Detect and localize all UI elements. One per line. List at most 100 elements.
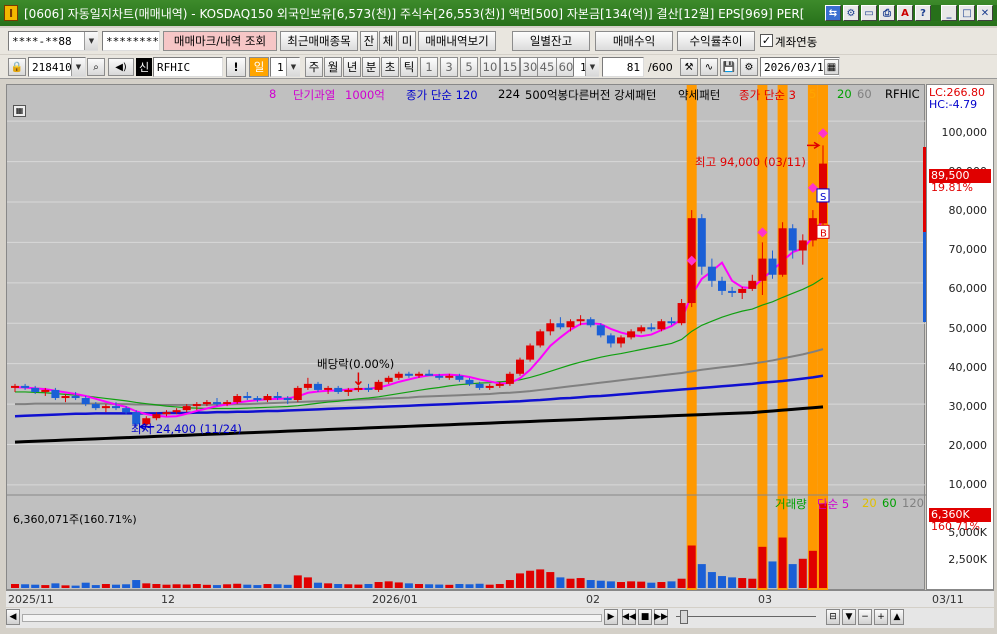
link-icon[interactable]: ⇆ <box>825 5 841 21</box>
volume-bar <box>384 581 393 588</box>
rewind-icon[interactable]: ◀◀ <box>622 609 636 625</box>
minimize-icon[interactable]: _ <box>941 5 957 21</box>
forward-icon[interactable]: ▶▶ <box>654 609 668 625</box>
period-button[interactable]: 주 <box>305 57 323 77</box>
stop-icon[interactable]: ■ <box>638 609 652 625</box>
volume-bar <box>718 576 726 588</box>
candle-body <box>61 396 70 399</box>
candle-body <box>11 385 19 388</box>
daily-balance-button[interactable]: 일별잔고 <box>512 31 590 51</box>
period-number-value: 1 <box>277 61 284 74</box>
stock-name-value: RFHIC <box>157 61 191 74</box>
interval-button[interactable]: 3 <box>440 57 458 77</box>
zoom-slider-handle[interactable] <box>680 610 688 624</box>
volume-bar <box>11 584 19 588</box>
recent-trades-button[interactable]: 최근매매종목 <box>280 31 358 51</box>
interval-button[interactable]: 45 <box>537 57 557 77</box>
period-daily-button[interactable]: 일 <box>249 57 269 77</box>
calendar-icon[interactable]: ▦ <box>824 59 839 75</box>
lock-icon[interactable]: 🔒 <box>8 58 26 76</box>
candle-body <box>718 280 726 291</box>
account-link-checkbox[interactable]: ✓ <box>760 34 773 47</box>
close-icon[interactable]: ✕ <box>977 5 993 21</box>
interval-button[interactable]: 5 <box>460 57 478 77</box>
return-trend-button[interactable]: 수익률추이 <box>677 31 755 51</box>
search-icon[interactable]: ⌕ <box>87 58 105 76</box>
interval-dropdown-icon[interactable]: ▼ <box>585 58 599 76</box>
tools-icon[interactable]: ⚒ <box>680 58 698 76</box>
period-button[interactable]: 년 <box>343 57 361 77</box>
volume-legend-item: 거래량 <box>775 497 807 511</box>
help-icon[interactable]: ? <box>915 5 931 21</box>
candle-body <box>334 387 343 392</box>
scroll-up-icon[interactable]: ▲ <box>890 609 904 625</box>
settings-icon[interactable]: ⚙ <box>843 5 859 21</box>
zoom-slider[interactable] <box>676 616 816 620</box>
count-field[interactable]: 81 <box>602 57 644 77</box>
candle-body <box>677 303 686 324</box>
period-button[interactable]: 분 <box>362 57 380 77</box>
price-axis-label: 60,000 <box>948 282 988 296</box>
count-value: 81 <box>626 61 640 74</box>
print-icon[interactable]: ⎙ <box>879 5 895 21</box>
legend-item: 단기과열 <box>293 88 336 102</box>
scroll-right-icon[interactable]: ▶ <box>604 609 618 625</box>
price-chart-area[interactable]: S B 8 단기과열 1000억 종가 단순 120 224 500억봉다른버전 강세패턴 약… <box>6 84 926 591</box>
period-button[interactable]: 초 <box>381 57 399 77</box>
candle-body <box>606 335 615 344</box>
volume-bar <box>394 582 403 588</box>
time-axis: 2025/11 12 2026/01 02 03 03/11 <box>6 590 994 607</box>
trade-profit-button[interactable]: 매매수익 <box>595 31 673 51</box>
volume-bar <box>273 584 282 588</box>
scroll-track[interactable] <box>22 614 602 622</box>
candle-body <box>516 359 524 374</box>
candle-body <box>505 373 514 384</box>
volume-legend-item: 단순 5 <box>817 497 850 511</box>
gear-icon[interactable]: ⚙ <box>740 58 758 76</box>
speaker-icon[interactable]: ◀) <box>108 58 134 76</box>
password-field[interactable]: ******** <box>102 31 160 51</box>
balance-button[interactable]: 잔 <box>360 31 378 51</box>
zoom-minus-icon[interactable]: − <box>858 609 872 625</box>
scroll-left-icon[interactable]: ◀ <box>6 609 20 625</box>
account-dropdown-icon[interactable]: ▼ <box>84 32 98 50</box>
trade-history-button[interactable]: 매매내역보기 <box>418 31 496 51</box>
volume-bar <box>546 572 555 588</box>
maximize-icon[interactable]: □ <box>959 5 975 21</box>
trade-mark-query-button[interactable]: 매매마크/내역 조회 <box>163 31 277 51</box>
period-button[interactable]: 월 <box>324 57 342 77</box>
alert-button[interactable]: ! <box>226 57 246 77</box>
interval-button[interactable]: 15 <box>500 57 520 77</box>
code-dropdown-icon[interactable]: ▼ <box>71 58 85 76</box>
unfilled-button[interactable]: 미 <box>398 31 416 51</box>
stock-name-field[interactable]: RFHIC <box>153 57 223 77</box>
volume-bar <box>263 584 272 588</box>
scroll-down-icon[interactable]: ▼ <box>842 609 856 625</box>
filled-button[interactable]: 체 <box>379 31 397 51</box>
zoom-plus-icon[interactable]: + <box>874 609 888 625</box>
screen-icon[interactable]: ▭ <box>861 5 877 21</box>
candle-body <box>384 377 393 382</box>
period-button[interactable]: 틱 <box>400 57 418 77</box>
font-icon[interactable]: A <box>897 5 913 21</box>
zoom-out-icon[interactable]: ⊟ <box>826 609 840 625</box>
candle-body <box>243 396 252 399</box>
price-axis-label: 70,000 <box>948 243 988 257</box>
candle-body <box>172 410 181 413</box>
interval-button[interactable]: 10 <box>480 57 500 77</box>
candle-body <box>728 290 737 293</box>
indicator-icon[interactable]: ∿ <box>700 58 718 76</box>
volume-bar <box>475 583 484 588</box>
toolbar-chart: 🔒 218410 ▼ ⌕ ◀) 신 RFHIC ! 일 1 ▼ 주월년분초틱 1… <box>0 55 997 79</box>
password-value: ******** <box>106 35 159 48</box>
interval-button[interactable]: 1 <box>420 57 438 77</box>
volume-bar <box>819 503 827 588</box>
price-axis: LC:266.80 HC:-4.79 100,00090,00080,00070… <box>923 84 994 590</box>
save-icon[interactable]: 💾 <box>720 58 738 76</box>
chart-scrollbar[interactable]: ◀ ▶ ◀◀ ■ ▶▶ ⊟ ▼ − + ▲ <box>6 608 994 628</box>
volume-axis-label-5000k: 5,000K <box>948 526 987 539</box>
grid-toggle-icon[interactable]: ▦ <box>13 105 26 117</box>
legend-item: 8 <box>269 87 277 101</box>
volume-legend-item: 60 <box>882 496 897 510</box>
period-dropdown-icon[interactable]: ▼ <box>286 58 300 76</box>
